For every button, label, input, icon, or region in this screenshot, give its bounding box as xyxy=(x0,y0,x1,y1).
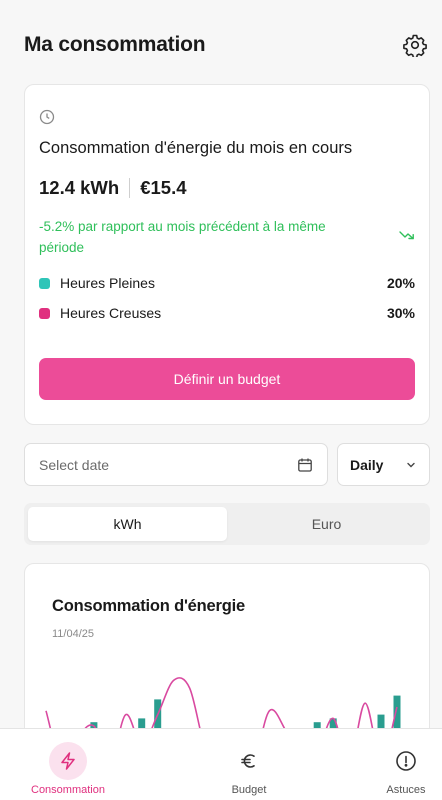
summary-card: Consommation d'énergie du mois en cours … xyxy=(24,84,430,425)
unit-toggle: kWh Euro xyxy=(24,503,430,545)
legend-row-pleines: Heures Pleines 20% xyxy=(39,275,415,291)
set-budget-button[interactable]: Définir un budget xyxy=(39,358,415,400)
gear-icon[interactable] xyxy=(400,30,430,60)
tab-euro[interactable]: Euro xyxy=(227,507,426,541)
lightning-icon[interactable] xyxy=(49,742,87,780)
trend-down-icon xyxy=(399,231,414,240)
tab-kwh[interactable]: kWh xyxy=(28,507,227,541)
nav-item-consommation[interactable]: Consommation xyxy=(13,729,123,796)
legend-label: Heures Pleines xyxy=(60,275,155,291)
nav-label: Astuces xyxy=(386,784,426,796)
nav-item-budget[interactable]: Budget xyxy=(194,729,304,796)
period-select[interactable]: Daily xyxy=(337,443,430,486)
calendar-icon[interactable] xyxy=(297,457,313,473)
nav-item-astuces[interactable]: Astuces xyxy=(351,729,442,796)
amount-divider xyxy=(129,178,131,198)
legend-row-creuses: Heures Creuses 30% xyxy=(39,305,415,321)
euro-icon[interactable] xyxy=(230,742,268,780)
summary-amounts: 12.4 kWh €15.4 xyxy=(39,177,187,199)
period-value: Daily xyxy=(350,456,384,473)
clock-icon xyxy=(39,109,55,125)
header: Ma consommation xyxy=(24,28,430,62)
legend-pct: 30% xyxy=(386,305,415,321)
info-icon[interactable] xyxy=(387,742,425,780)
bottom-nav: Consommation Budget Astuces xyxy=(0,728,442,800)
app: Ma consommation Consommation d'énergie d… xyxy=(0,0,442,800)
legend-dot xyxy=(39,307,50,319)
date-field[interactable] xyxy=(24,443,328,486)
chevron-down-icon xyxy=(407,462,415,467)
legend-pct: 20% xyxy=(386,275,415,291)
euro-value: €15.4 xyxy=(140,177,187,198)
legend-dot xyxy=(39,277,50,289)
page-title: Ma consommation xyxy=(24,33,206,56)
nav-label: Consommation xyxy=(31,784,105,796)
legend-label: Heures Creuses xyxy=(60,305,162,321)
summary-title: Consommation d'énergie du mois en cours xyxy=(39,139,353,157)
kwh-value: 12.4 kWh xyxy=(39,177,120,198)
date-input[interactable] xyxy=(39,456,297,473)
nav-label: Budget xyxy=(231,784,267,796)
delta-text: -5.2% par rapport au mois précédent à la… xyxy=(39,219,326,255)
